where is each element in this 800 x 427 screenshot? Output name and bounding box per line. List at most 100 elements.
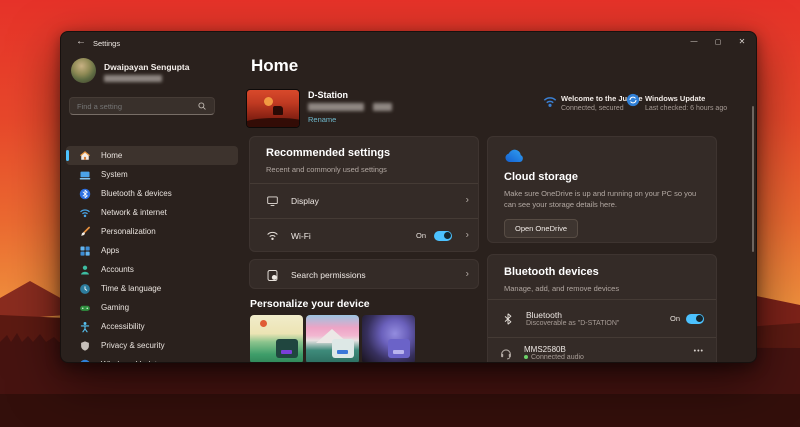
sidebar-item-label: Personalization <box>101 227 156 236</box>
display-row[interactable]: Display › <box>250 184 478 218</box>
sidebar-item-accounts[interactable]: Accounts <box>66 260 238 279</box>
selected-indicator <box>66 150 69 161</box>
sidebar-item-label: System <box>101 170 128 179</box>
shield-icon <box>78 339 91 352</box>
search-box[interactable] <box>69 97 215 115</box>
wifi-row[interactable]: Wi-Fi On › <box>250 219 478 252</box>
home-icon <box>78 149 91 162</box>
bluetooth-device-row[interactable]: MMS2580B Connected audio ••• <box>488 338 716 363</box>
sidebar-item-home[interactable]: Home <box>66 146 238 165</box>
accessibility-icon <box>78 320 91 333</box>
open-onedrive-button[interactable]: Open OneDrive <box>504 219 578 238</box>
thumbnail-rider-silhouette <box>273 106 283 115</box>
update-status-title[interactable]: Windows Update <box>645 94 705 103</box>
device-wallpaper-thumbnail <box>246 89 300 128</box>
theme-thumbnail-meadow[interactable] <box>250 315 303 363</box>
bluetooth-toggle[interactable] <box>686 314 704 324</box>
card-title: Recommended settings <box>266 147 390 159</box>
card-title: Cloud storage <box>504 171 578 183</box>
bluetooth-icon <box>500 312 516 326</box>
row-label: Search permissions <box>291 270 366 280</box>
minimize-button[interactable]: — <box>682 32 706 51</box>
sidebar-item-time-language[interactable]: Time & language <box>66 279 238 298</box>
sidebar-item-label: Accounts <box>101 265 134 274</box>
sidebar-item-label: Apps <box>101 246 119 255</box>
sidebar-item-label: Network & internet <box>101 208 167 217</box>
windows-update-icon <box>78 358 91 363</box>
close-button[interactable]: ✕ <box>730 32 754 51</box>
card-subtitle: Recent and commonly used settings <box>266 165 387 174</box>
card-title: Bluetooth devices <box>504 266 599 278</box>
bluetooth-toggle-row[interactable]: Bluetooth Discoverable as "D-STATION" On <box>488 300 716 337</box>
sidebar-item-accessibility[interactable]: Accessibility <box>66 317 238 336</box>
chevron-right-icon: › <box>466 195 469 206</box>
sidebar-item-network-internet[interactable]: Network & internet <box>66 203 238 222</box>
wifi-icon <box>264 229 280 243</box>
theme-thumbnail-blossom[interactable] <box>306 315 359 363</box>
window-title: Settings <box>93 39 120 48</box>
sidebar-item-bluetooth-devices[interactable]: Bluetooth & devices <box>66 184 238 203</box>
network-status-subtitle: Connected, secured <box>561 105 624 112</box>
theme-preview-overlay <box>276 339 298 358</box>
theme-preview-overlay <box>332 339 354 358</box>
search-icon <box>197 101 207 111</box>
page-title: Home <box>251 56 298 76</box>
row-label: Display <box>291 196 319 206</box>
device-label: MMS2580B <box>524 345 584 354</box>
more-options-button[interactable]: ••• <box>694 348 704 355</box>
thumbnail-sun <box>264 97 273 106</box>
recommended-settings-card: Recommended settings Recent and commonly… <box>249 136 479 252</box>
windows-update-icon <box>626 93 640 107</box>
sidebar-item-system[interactable]: System <box>66 165 238 184</box>
thumbnail-ground <box>246 118 300 128</box>
sidebar-item-apps[interactable]: Apps <box>66 241 238 260</box>
connected-status-dot <box>524 355 528 359</box>
bluetooth-devices-card: Bluetooth devices Manage, add, and remov… <box>487 254 717 363</box>
device-model-redacted <box>373 103 392 111</box>
search-permissions-row[interactable]: Search permissions › <box>250 260 478 290</box>
device-name: D-Station <box>308 90 348 100</box>
sidebar-item-label: Bluetooth & devices <box>101 189 172 198</box>
back-button[interactable]: ← <box>73 36 89 47</box>
wifi-icon <box>78 206 91 219</box>
sidebar-item-personalization[interactable]: Personalization <box>66 222 238 241</box>
device-model-redacted <box>308 103 364 111</box>
maximize-button[interactable]: ▢ <box>706 32 730 51</box>
sidebar-item-label: Time & language <box>101 284 161 293</box>
gaming-icon <box>78 301 91 314</box>
settings-window: ← Settings — ▢ ✕ Dwaipayan Sengupta Home <box>60 31 757 363</box>
wifi-icon <box>543 95 557 109</box>
profile-email-redacted <box>104 75 162 82</box>
profile-name: Dwaipayan Sengupta <box>104 62 190 72</box>
sidebar: Dwaipayan Sengupta Home System <box>61 54 243 362</box>
sidebar-item-label: Windows Update <box>101 360 161 363</box>
avatar[interactable] <box>71 58 96 83</box>
toggle-state-label: On <box>416 231 426 240</box>
time-language-icon <box>78 282 91 295</box>
row-sublabel: Discoverable as "D-STATION" <box>526 320 619 327</box>
sidebar-item-label: Home <box>101 151 122 160</box>
system-icon <box>78 168 91 181</box>
chevron-right-icon: › <box>466 229 469 240</box>
theme-thumbnail-dark-glow[interactable] <box>362 315 415 363</box>
search-permissions-card: Search permissions › <box>249 259 479 289</box>
theme-sun <box>260 320 267 327</box>
theme-preview-overlay <box>388 339 410 358</box>
cloud-icon <box>504 148 528 164</box>
bluetooth-icon <box>78 187 91 200</box>
toggle-state-label: On <box>670 314 680 323</box>
scrollbar[interactable] <box>752 106 754 252</box>
sidebar-item-privacy-security[interactable]: Privacy & security <box>66 336 238 355</box>
row-label: Wi-Fi <box>291 231 311 241</box>
sidebar-item-label: Accessibility <box>101 322 145 331</box>
sidebar-item-gaming[interactable]: Gaming <box>66 298 238 317</box>
display-icon <box>264 194 280 208</box>
apps-icon <box>78 244 91 257</box>
rename-link[interactable]: Rename <box>308 115 336 124</box>
sidebar-item-windows-update[interactable]: Windows Update <box>66 355 238 363</box>
search-permissions-icon <box>264 268 280 282</box>
wifi-toggle[interactable] <box>434 231 452 241</box>
chevron-right-icon: › <box>466 269 469 280</box>
personalize-title: Personalize your device <box>250 298 370 310</box>
search-input[interactable] <box>77 102 197 111</box>
